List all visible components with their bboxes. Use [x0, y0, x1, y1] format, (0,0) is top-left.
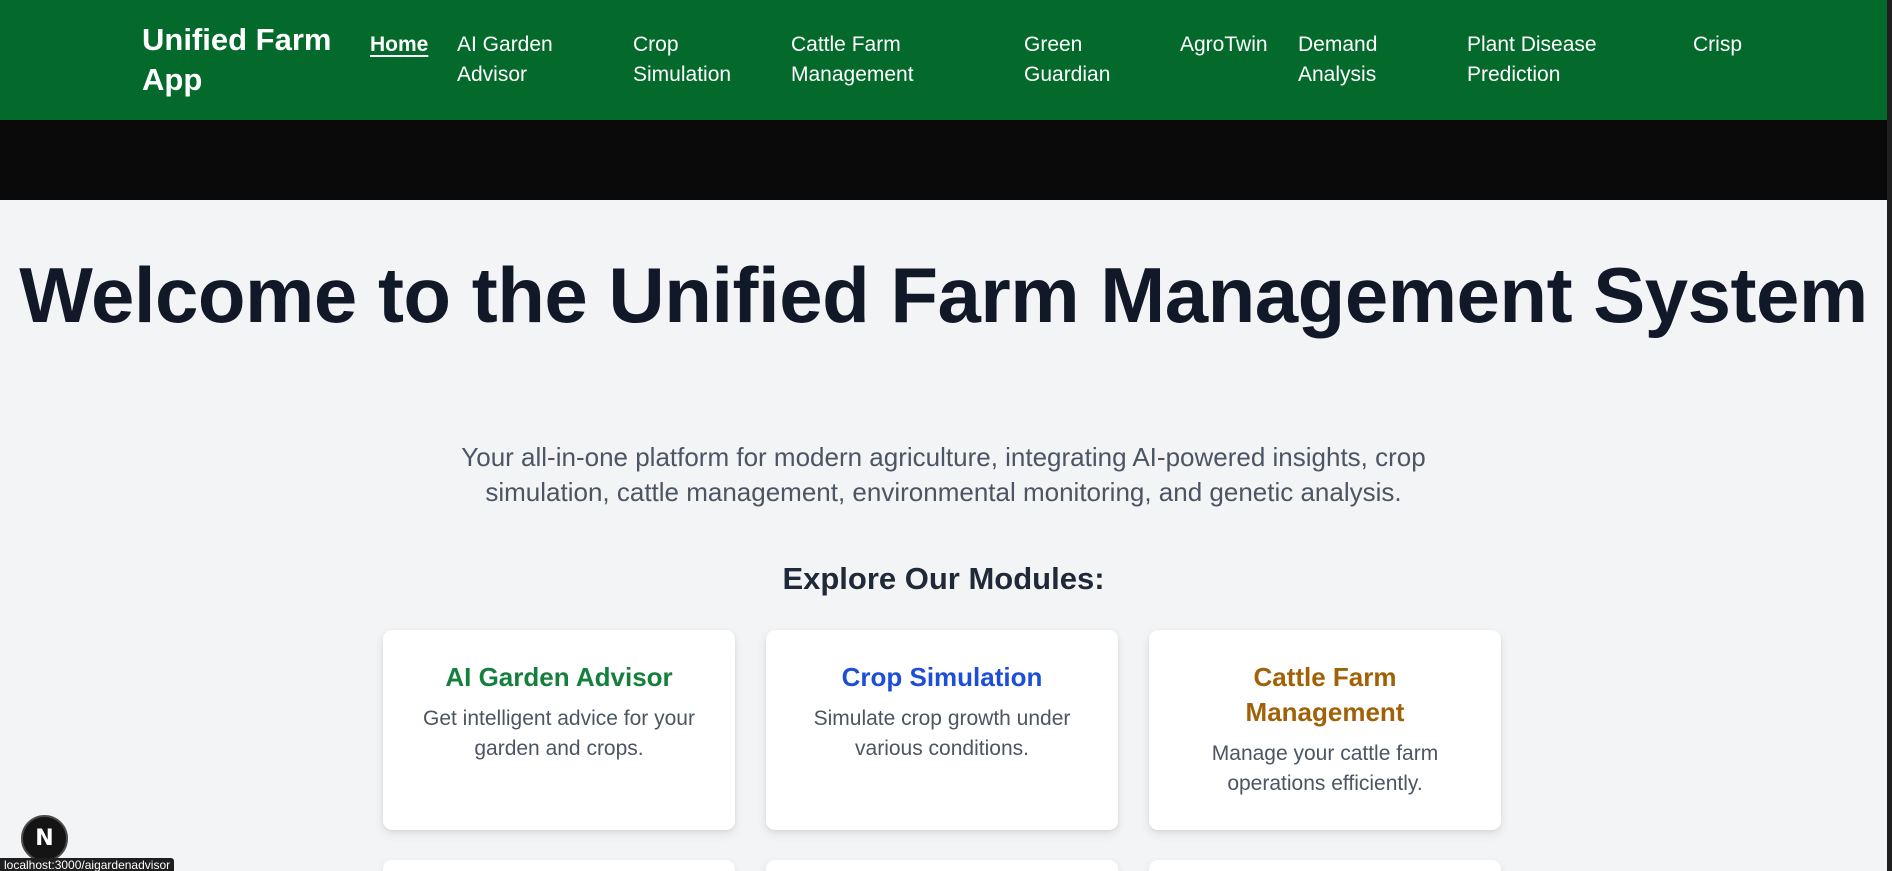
- module-card-title: AI Garden Advisor: [445, 662, 673, 692]
- nextjs-dev-icon[interactable]: N: [21, 815, 68, 862]
- module-card-crop-simulation[interactable]: Crop Simulation Simulate crop growth und…: [766, 630, 1118, 830]
- brand-logo-text[interactable]: Unified Farm App: [142, 20, 342, 100]
- nav-link-green-guardian[interactable]: Green Guardian: [1024, 30, 1134, 90]
- page-title: Welcome to the Unified Farm Management S…: [19, 251, 1868, 339]
- nav-link-cattle-farm-management[interactable]: Cattle Farm Management: [791, 30, 991, 90]
- module-card-ai-garden-advisor[interactable]: AI Garden Advisor Get intelligent advice…: [383, 630, 735, 830]
- modules-heading: Explore Our Modules:: [782, 561, 1105, 596]
- nav-link-ai-garden-advisor[interactable]: AI Garden Advisor: [457, 30, 587, 90]
- module-card-description: Get intelligent advice for your garden a…: [423, 707, 695, 760]
- module-card-cattle-farm-management[interactable]: Cattle Farm Management Manage your cattl…: [1149, 630, 1501, 830]
- nav-link-demand-analysis[interactable]: Demand Analysis: [1298, 30, 1408, 90]
- module-card-description: Simulate crop growth under various condi…: [813, 707, 1071, 760]
- module-card-description: Manage your cattle farm operations effic…: [1211, 742, 1439, 795]
- nav-link-crisp[interactable]: Crisp: [1693, 30, 1742, 60]
- module-card-title: Cattle Farm Management: [1245, 662, 1405, 727]
- status-bar-url: localhost:3000/aigardenadvisor: [0, 858, 175, 871]
- nav-link-crop-simulation[interactable]: Crop Simulation: [633, 30, 753, 90]
- top-navbar: Unified Farm App Home AI Garden Advisor …: [0, 0, 1887, 120]
- module-card-partial[interactable]: [383, 860, 735, 871]
- dark-banner-strip: [0, 120, 1887, 200]
- window-scrollbar[interactable]: [1887, 0, 1892, 871]
- module-card-partial[interactable]: [766, 860, 1118, 871]
- nav-link-plant-disease-prediction[interactable]: Plant Disease Prediction: [1467, 30, 1637, 90]
- page-subtitle: Your all-in-one platform for modern agri…: [461, 442, 1426, 507]
- nav-link-home[interactable]: Home: [370, 30, 428, 60]
- module-card-partial[interactable]: [1149, 860, 1501, 871]
- nav-link-agrotwin[interactable]: AgroTwin: [1180, 30, 1268, 60]
- module-card-title: Crop Simulation: [841, 662, 1043, 692]
